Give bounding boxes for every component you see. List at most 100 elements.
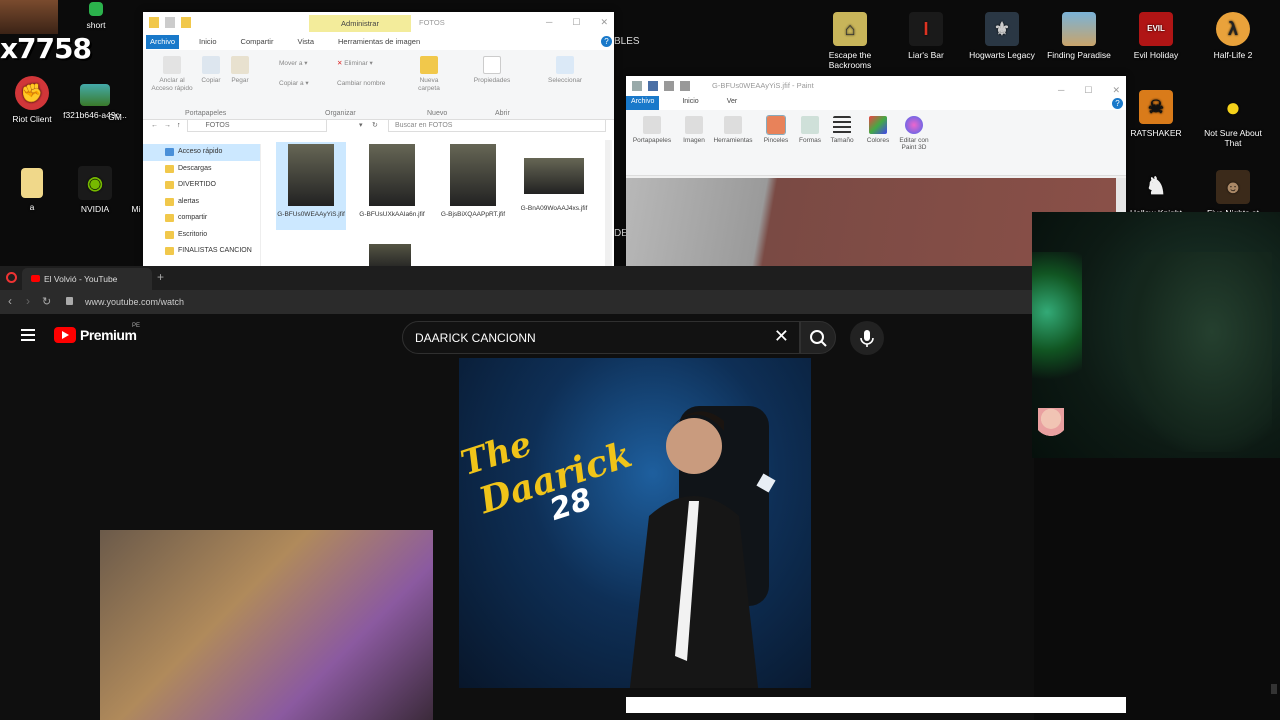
desktop-icon-nvidia[interactable]: ◉ NVIDIA (59, 166, 131, 214)
tab-inicio[interactable]: Inicio (195, 35, 221, 49)
nav-item-divertido[interactable]: DIVERTIDO (143, 177, 260, 194)
forward-icon[interactable]: → (164, 122, 171, 129)
path-field[interactable]: FOTOS (186, 118, 327, 132)
desktop-icon-ratshaker[interactable]: ☠ RATSHAKER (1120, 90, 1192, 138)
delete-button[interactable]: ✕ Eliminar ▾ (337, 60, 387, 68)
folder-icon (21, 168, 43, 198)
desktop-icon-gm[interactable]: GM (100, 112, 130, 122)
browser-tab-youtube[interactable]: El Volvió - YouTube (22, 268, 152, 290)
move-to-button[interactable]: Mover a ▾ (279, 60, 327, 68)
up-icon[interactable]: ↑ (177, 122, 181, 129)
desktop-icon-riot-client[interactable]: ✊ Riot Client (0, 76, 68, 124)
pin-quick-access-button[interactable]: Anclar al Acceso rápido (151, 56, 193, 93)
nav-item-descargas[interactable]: Descargas (143, 161, 260, 178)
search-button[interactable] (800, 321, 836, 354)
sticker-emote (1038, 408, 1064, 444)
file-list: G-BFUs0WEAAyYiS.jfif G-BFUsUXkAAIa6n.jfi… (273, 140, 602, 266)
desktop-icon-folder-a[interactable]: a (0, 168, 68, 212)
browser-icon[interactable] (6, 272, 17, 283)
tools-button[interactable]: Herramientas (710, 116, 756, 144)
nav-item-acceso-rapido[interactable]: Acceso rápido (143, 144, 260, 161)
nav-item-escritorio[interactable]: Escritorio (143, 227, 260, 244)
tab-herramientas-imagen[interactable]: Herramientas de imagen (334, 35, 424, 49)
size-button[interactable]: Tamaño (824, 116, 860, 144)
help-icon[interactable]: ? (1112, 98, 1123, 109)
scrollbar[interactable] (605, 140, 612, 266)
image-thumbnail[interactable] (369, 244, 411, 266)
file-explorer-window[interactable]: Administrar FOTOS ─ ☐ ✕ Archivo Inicio C… (143, 12, 614, 266)
tab-vista[interactable]: Vista (293, 35, 318, 49)
youtube-premium-logo[interactable]: Premium PE (54, 323, 140, 343)
colors-button[interactable]: Colores (860, 116, 896, 144)
minimize-icon[interactable]: ─ (1058, 80, 1064, 100)
file-item[interactable]: G-BjsBiXQAAPpRT.jfif (438, 142, 508, 219)
video-thumbnail[interactable]: The Daarick 28 (459, 358, 811, 688)
search-input[interactable]: DAARICK CANCIONN ✕ (402, 321, 800, 354)
tab-archivo[interactable]: Archivo (146, 35, 180, 49)
evil-holiday-icon: EVIL (1139, 12, 1173, 46)
dropdown-chevron-icon[interactable]: ▾ (359, 121, 363, 129)
file-item[interactable]: G-BFUsUXkAAIa6n.jfif (357, 142, 427, 219)
reload-icon[interactable]: ↻ (42, 295, 51, 308)
navigation-pane: Acceso rápido Descargas DIVERTIDO alerta… (143, 144, 261, 266)
clipboard-button[interactable]: Portapapeles (628, 116, 676, 144)
maximize-icon[interactable]: ☐ (1084, 80, 1092, 100)
paint-titlebar[interactable]: G-BFUs0WEAAyYiS.jfif - Paint ─ ☐ ✕ (626, 76, 1126, 96)
desktop-icon-short[interactable]: short (60, 2, 132, 30)
desktop-icon-hollow-knight[interactable]: ♞ Hollow Knight (1120, 170, 1192, 219)
copy-button[interactable]: Copiar (197, 56, 225, 85)
desktop-icon-finding-paradise[interactable]: Finding Paradise (1043, 12, 1115, 60)
voice-search-button[interactable] (850, 321, 884, 355)
administrar-context-tab[interactable]: Administrar (309, 15, 411, 32)
nav-item-finalistas[interactable]: FINALISTAS CANCION (143, 243, 260, 260)
help-icon[interactable]: ? (601, 36, 612, 47)
forward-icon[interactable]: › (26, 294, 30, 308)
back-icon[interactable]: ‹ (8, 294, 12, 308)
minimize-icon[interactable]: ─ (546, 17, 552, 28)
desktop-icon-not-sure-about-that[interactable]: ● Not Sure About That (1197, 90, 1269, 148)
properties-icon (483, 56, 501, 74)
close-icon[interactable]: ✕ (600, 17, 608, 28)
paint-quick-toolbar[interactable] (632, 81, 696, 91)
tab-ver[interactable]: Ver (722, 96, 743, 110)
clear-search-icon[interactable]: ✕ (774, 326, 789, 347)
properties-button[interactable]: Propiedades (469, 56, 515, 85)
url-field[interactable]: www.youtube.com/watch (85, 297, 184, 307)
nav-item-compartir[interactable]: compartir (143, 210, 260, 227)
copy-to-button[interactable]: Copiar a ▾ (279, 80, 327, 88)
desktop-icon-half-life-2[interactable]: λ Half-Life 2 (1197, 12, 1269, 60)
brush-icon (766, 115, 786, 135)
menu-icon[interactable] (21, 329, 35, 341)
maximize-icon[interactable]: ☐ (572, 17, 580, 28)
explorer-titlebar[interactable]: Administrar FOTOS ─ ☐ ✕ (143, 12, 614, 34)
rename-button[interactable]: Cambiar nombre (337, 80, 407, 88)
edit-paint3d-button[interactable]: Editar con Paint 3D (892, 116, 936, 151)
brushes-button[interactable]: Pinceles (758, 115, 794, 144)
desktop-icon-liars-bar[interactable]: I Liar's Bar (890, 12, 962, 60)
new-tab-icon[interactable]: + (157, 270, 164, 284)
scrollbar[interactable] (1271, 684, 1277, 694)
tab-compartir[interactable]: Compartir (237, 35, 278, 49)
image-button[interactable]: Imagen (676, 116, 712, 144)
shapes-button[interactable]: Formas (792, 116, 828, 144)
tab-archivo[interactable]: Archivo (626, 96, 660, 110)
image-thumbnail (288, 144, 334, 206)
browser-window[interactable]: El Volvió - YouTube + ‹ › ↻ www.youtube.… (0, 266, 1034, 720)
close-icon[interactable]: ✕ (1112, 80, 1120, 100)
file-item[interactable]: G-BnA09WoAAJ4xs.jfif (519, 142, 589, 213)
new-folder-button[interactable]: Nueva carpeta (413, 56, 445, 93)
desktop-icon-escape-backrooms[interactable]: ⌂ Escape the Backrooms (814, 12, 886, 70)
person-in-chair-image (629, 406, 776, 688)
back-icon[interactable]: ← (151, 122, 158, 129)
nav-item-alertas[interactable]: alertas (143, 194, 260, 211)
paste-button[interactable]: Pegar (227, 56, 253, 85)
search-input[interactable]: Buscar en FOTOS (388, 118, 606, 132)
tab-inicio[interactable]: Inicio (677, 96, 703, 110)
select-button[interactable]: Seleccionar (543, 56, 587, 85)
desktop-icon-hogwarts-legacy[interactable]: ⚜ Hogwarts Legacy (966, 12, 1038, 60)
refresh-icon[interactable]: ↻ (372, 121, 378, 129)
file-item[interactable]: G-BFUs0WEAAyYiS.jfif (276, 142, 346, 230)
desktop-icon-evil-holiday[interactable]: EVIL Evil Holiday (1120, 12, 1192, 60)
quick-access-toolbar[interactable] (149, 17, 205, 28)
desktop-icon-five-nights[interactable]: ☻ Five Nights at (1197, 170, 1269, 218)
